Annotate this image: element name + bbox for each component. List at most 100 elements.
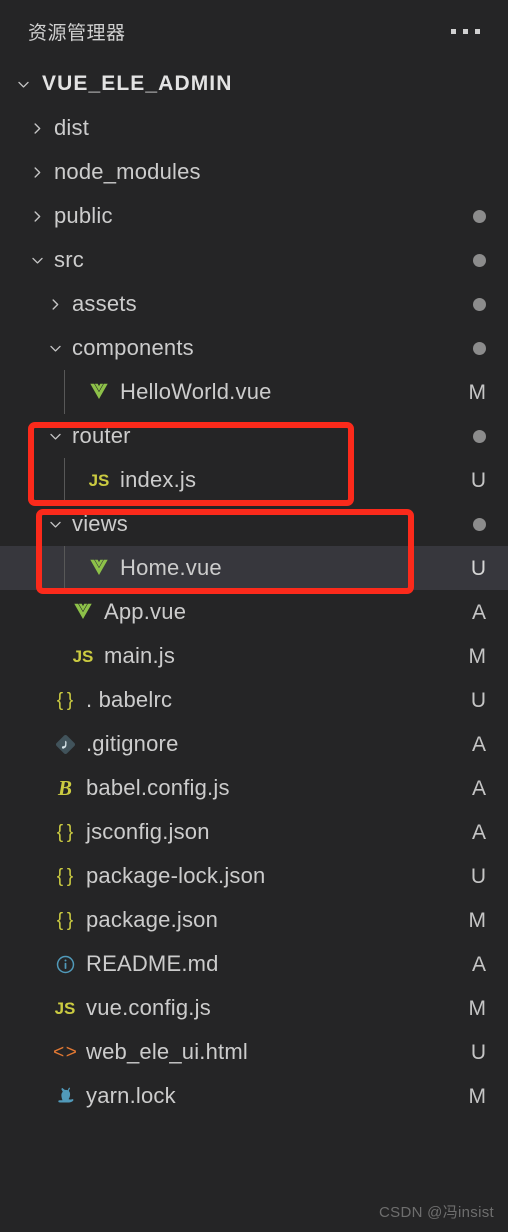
chevron-right-icon[interactable] xyxy=(24,106,50,150)
status-badge: A xyxy=(471,600,486,624)
tree-folder-row[interactable]: assets xyxy=(0,282,508,326)
babel-icon: B xyxy=(57,775,72,800)
tree-item-label: main.js xyxy=(104,643,176,668)
tree-item-label: README.md xyxy=(86,951,219,976)
tree-item-label: vue.config.js xyxy=(86,995,211,1020)
tree-folder-row[interactable]: views xyxy=(0,502,508,546)
ellipsis-icon[interactable] xyxy=(449,23,482,40)
tree-file-row[interactable]: { } . babelrc U xyxy=(0,678,508,722)
tree-item-label: package.json xyxy=(86,907,219,932)
info-icon xyxy=(50,942,80,986)
tree-item-label: node_modules xyxy=(54,159,201,184)
ellipsis-dot xyxy=(463,28,468,34)
status-badge: A xyxy=(471,820,486,844)
folder-change-dot xyxy=(473,209,486,223)
tree-folder-row[interactable]: node_modules xyxy=(0,150,508,194)
js-icon: JS xyxy=(72,646,94,666)
status-badge: U xyxy=(470,556,486,580)
chevron-right-icon[interactable] xyxy=(24,150,50,194)
tree-file-row[interactable]: yarn.lock M xyxy=(0,1074,508,1118)
tree-file-row[interactable]: App.vue A xyxy=(0,590,508,634)
tree-root-row[interactable]: VUE_ELE_ADMIN xyxy=(0,62,508,106)
tree-file-row[interactable]: HelloWorld.vue M xyxy=(0,370,508,414)
tree-item-label: web_ele_ui.html xyxy=(86,1039,248,1064)
chevron-down-icon[interactable] xyxy=(42,502,68,546)
vue-icon xyxy=(84,370,114,414)
json-icon: { } xyxy=(56,909,74,931)
js-icon: JS xyxy=(54,998,76,1018)
tree-item-label: jsconfig.json xyxy=(86,819,210,844)
tree-file-row[interactable]: JS main.js M xyxy=(0,634,508,678)
folder-change-dot xyxy=(473,429,486,443)
status-badge: M xyxy=(468,644,487,668)
tree-item-label: router xyxy=(72,423,131,448)
tree-item-label: package-lock.json xyxy=(86,863,266,888)
tree-item-label: public xyxy=(54,203,113,228)
indent-guide xyxy=(64,458,65,502)
status-badge: A xyxy=(471,732,486,756)
chevron-down-icon[interactable] xyxy=(42,326,68,370)
tree-folder-row[interactable]: public xyxy=(0,194,508,238)
tree-file-row[interactable]: < > web_ele_ui.html U xyxy=(0,1030,508,1074)
tree-file-row[interactable]: Home.vue U xyxy=(0,546,508,590)
chevron-down-icon[interactable] xyxy=(10,62,36,106)
ellipsis-dot xyxy=(451,28,456,34)
file-tree[interactable]: VUE_ELE_ADMINdist node_modulespublic src as… xyxy=(0,62,508,1118)
tree-file-row[interactable]: Bbabel.config.js A xyxy=(0,766,508,810)
folder-change-dot xyxy=(473,297,486,311)
tree-item-label: VUE_ELE_ADMIN xyxy=(42,72,233,95)
tree-item-label: . babelrc xyxy=(86,687,173,712)
tree-folder-row[interactable]: components xyxy=(0,326,508,370)
tree-file-row[interactable]: JS index.js U xyxy=(0,458,508,502)
chevron-right-icon[interactable] xyxy=(42,282,68,326)
tree-file-row[interactable]: JS vue.config.js M xyxy=(0,986,508,1030)
html-icon: < > xyxy=(53,1041,77,1063)
tree-item-label: assets xyxy=(72,291,137,316)
tree-item-label: index.js xyxy=(120,467,197,492)
status-badge: A xyxy=(471,952,486,976)
tree-file-row[interactable]: { } jsconfig.json A xyxy=(0,810,508,854)
folder-change-dot xyxy=(473,341,486,355)
tree-item-label: HelloWorld.vue xyxy=(120,379,272,404)
tree-folder-row[interactable]: src xyxy=(0,238,508,282)
tree-file-row[interactable]: { } package.json M xyxy=(0,898,508,942)
tree-item-label: views xyxy=(72,511,129,536)
yarn-icon xyxy=(50,1074,80,1118)
status-badge: A xyxy=(471,776,486,800)
json-icon: { } xyxy=(56,821,74,843)
status-badge: M xyxy=(468,380,487,404)
tree-folder-row[interactable]: router xyxy=(0,414,508,458)
status-badge: U xyxy=(470,1040,486,1064)
js-icon: JS xyxy=(88,470,110,490)
watermark: CSDN @冯insist xyxy=(379,1204,494,1221)
tree-item-label: components xyxy=(72,335,194,360)
status-badge: U xyxy=(470,468,486,492)
vue-icon xyxy=(68,590,98,634)
status-badge: U xyxy=(470,864,486,888)
status-badge: M xyxy=(468,1084,487,1108)
tree-file-row[interactable]: README.md A xyxy=(0,942,508,986)
tree-folder-row[interactable]: dist xyxy=(0,106,508,150)
tree-file-row[interactable]: { } package-lock.json U xyxy=(0,854,508,898)
json-icon: { } xyxy=(56,865,74,887)
panel-header: 资源管理器 xyxy=(0,0,508,62)
chevron-right-icon[interactable] xyxy=(24,194,50,238)
tree-file-row[interactable]: .gitignore A xyxy=(0,722,508,766)
ellipsis-dot xyxy=(475,28,480,34)
chevron-down-icon[interactable] xyxy=(24,238,50,282)
status-badge: M xyxy=(468,996,487,1020)
tree-item-label: dist xyxy=(54,115,90,140)
git-icon xyxy=(50,722,80,766)
chevron-down-icon[interactable] xyxy=(42,414,68,458)
status-badge: U xyxy=(470,688,486,712)
